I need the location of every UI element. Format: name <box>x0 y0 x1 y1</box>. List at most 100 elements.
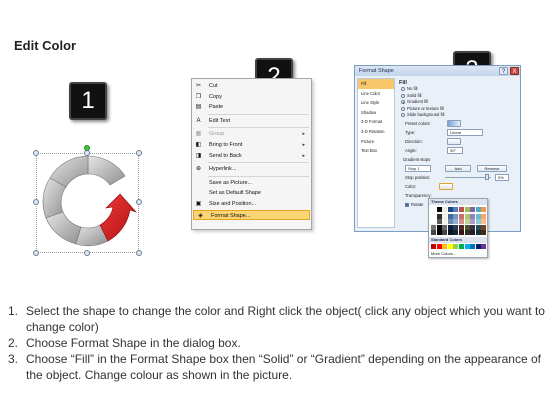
standard-color-swatch[interactable] <box>481 244 487 249</box>
color-swatch[interactable] <box>442 207 448 212</box>
color-swatch[interactable] <box>481 219 487 225</box>
color-swatch[interactable] <box>470 230 476 236</box>
radio-button[interactable] <box>401 113 405 118</box>
fill-option-slide-background-fill[interactable]: Slide background fill <box>397 112 519 119</box>
color-swatch[interactable] <box>436 207 442 212</box>
color-swatch[interactable] <box>442 230 448 236</box>
color-swatch[interactable] <box>453 207 459 212</box>
color-swatch[interactable] <box>447 219 453 225</box>
category-3-d-rotation[interactable]: 3-D Rotation <box>358 127 394 137</box>
help-button[interactable]: ? <box>499 67 508 75</box>
color-swatch[interactable] <box>431 230 436 236</box>
color-swatch[interactable] <box>475 224 481 230</box>
color-swatch[interactable] <box>464 224 470 230</box>
color-swatch[interactable] <box>436 230 442 236</box>
preset-colors-dropdown[interactable] <box>447 119 461 127</box>
fill-option-solid-fill[interactable]: Solid fill <box>397 93 519 100</box>
color-swatch[interactable] <box>447 213 453 219</box>
color-swatch[interactable] <box>459 230 464 236</box>
rotate-checkbox[interactable] <box>405 202 409 207</box>
stop-select[interactable]: Stop 1 <box>405 164 431 172</box>
menu-item-edit-text[interactable]: A Edit Text <box>192 116 311 127</box>
category-shadow[interactable]: Shadow <box>358 108 394 118</box>
color-swatch[interactable] <box>481 207 487 212</box>
radio-button[interactable] <box>401 87 405 91</box>
color-swatch[interactable] <box>453 224 459 230</box>
menu-item-group[interactable]: ▦ Group ▸ <box>192 129 311 140</box>
more-colors-link[interactable]: More Colors... <box>431 251 456 256</box>
color-swatch[interactable] <box>447 230 453 236</box>
remove-stop-button[interactable]: Remove <box>477 164 507 172</box>
direction-dropdown[interactable] <box>447 137 461 145</box>
angle-input[interactable]: 90° <box>447 146 463 154</box>
standard-color-swatch[interactable] <box>464 244 470 249</box>
radio-button[interactable] <box>401 93 405 98</box>
fill-option-gradient-fill[interactable]: Gradient fill <box>397 99 519 106</box>
color-swatch[interactable] <box>436 213 442 219</box>
color-swatch[interactable] <box>481 213 487 219</box>
standard-color-swatch[interactable] <box>436 244 442 249</box>
color-swatch[interactable] <box>459 213 464 219</box>
standard-color-swatch[interactable] <box>459 244 464 249</box>
category-3-d-format[interactable]: 3-D Format <box>358 117 394 127</box>
color-swatch[interactable] <box>464 207 470 212</box>
color-swatch[interactable] <box>470 207 476 212</box>
color-swatch[interactable] <box>453 219 459 225</box>
color-swatch[interactable] <box>442 213 448 219</box>
color-swatch[interactable] <box>459 219 464 225</box>
category-line-style[interactable]: Line Style <box>358 98 394 108</box>
stop-position-input[interactable]: 0% <box>495 173 509 181</box>
color-swatch[interactable] <box>453 230 459 236</box>
color-swatch[interactable] <box>475 230 481 236</box>
radio-button[interactable] <box>401 106 405 111</box>
standard-color-swatch[interactable] <box>442 244 448 249</box>
menu-item-bring-to-front[interactable]: ◧ Bring to Front ▸ <box>192 140 311 151</box>
menu-item-format-shape[interactable]: ◈ Format Shape... <box>193 209 310 221</box>
standard-color-swatch[interactable] <box>470 244 476 249</box>
color-swatch[interactable] <box>431 207 436 212</box>
color-picker-button[interactable] <box>439 182 453 190</box>
color-swatch[interactable] <box>459 207 464 212</box>
category-text-box[interactable]: Text Box <box>358 146 394 156</box>
color-swatch[interactable] <box>431 213 436 219</box>
menu-item-size-and-position[interactable]: ▣ Size and Position... <box>192 199 311 210</box>
menu-item-copy[interactable]: ❐ Copy <box>192 92 311 103</box>
type-select[interactable]: Linear <box>447 128 483 136</box>
stop-position-thumb[interactable] <box>485 173 489 180</box>
color-swatch[interactable] <box>453 213 459 219</box>
menu-item-save-as-picture[interactable]: Save as Picture... <box>192 178 311 189</box>
color-swatch[interactable] <box>464 230 470 236</box>
standard-color-swatch[interactable] <box>431 244 436 249</box>
menu-item-cut[interactable]: ✂ Cut <box>192 81 311 92</box>
color-swatch[interactable] <box>470 213 476 219</box>
fill-option-picture-or-texture-fill[interactable]: Picture or texture fill <box>397 106 519 113</box>
color-swatch[interactable] <box>470 224 476 230</box>
standard-color-swatch[interactable] <box>447 244 453 249</box>
category-fill[interactable]: Fill <box>358 79 394 89</box>
fill-option-no-fill[interactable]: No fill <box>397 86 519 93</box>
circular-arrows-shape[interactable] <box>36 150 140 254</box>
menu-item-hyperlink[interactable]: ⊕ Hyperlink... <box>192 164 311 175</box>
color-swatch[interactable] <box>475 207 481 212</box>
color-swatch[interactable] <box>431 224 436 230</box>
color-swatch[interactable] <box>459 224 464 230</box>
category-line-color[interactable]: Line Color <box>358 89 394 99</box>
radio-button[interactable] <box>401 100 405 105</box>
color-swatch[interactable] <box>464 219 470 225</box>
color-swatch[interactable] <box>442 224 448 230</box>
menu-item-paste[interactable]: ▤ Paste <box>192 102 311 113</box>
category-picture[interactable]: Picture <box>358 137 394 147</box>
menu-item-send-to-back[interactable]: ◨ Send to Back ▸ <box>192 151 311 162</box>
color-swatch[interactable] <box>475 219 481 225</box>
standard-color-swatch[interactable] <box>453 244 459 249</box>
color-swatch[interactable] <box>436 224 442 230</box>
color-swatch[interactable] <box>442 219 448 225</box>
color-swatch[interactable] <box>464 213 470 219</box>
color-swatch[interactable] <box>475 213 481 219</box>
color-swatch[interactable] <box>481 230 487 236</box>
color-swatch[interactable] <box>447 207 453 212</box>
color-swatch[interactable] <box>470 219 476 225</box>
add-stop-button[interactable]: Add <box>445 164 471 172</box>
color-swatch[interactable] <box>431 219 436 225</box>
color-swatch[interactable] <box>436 219 442 225</box>
